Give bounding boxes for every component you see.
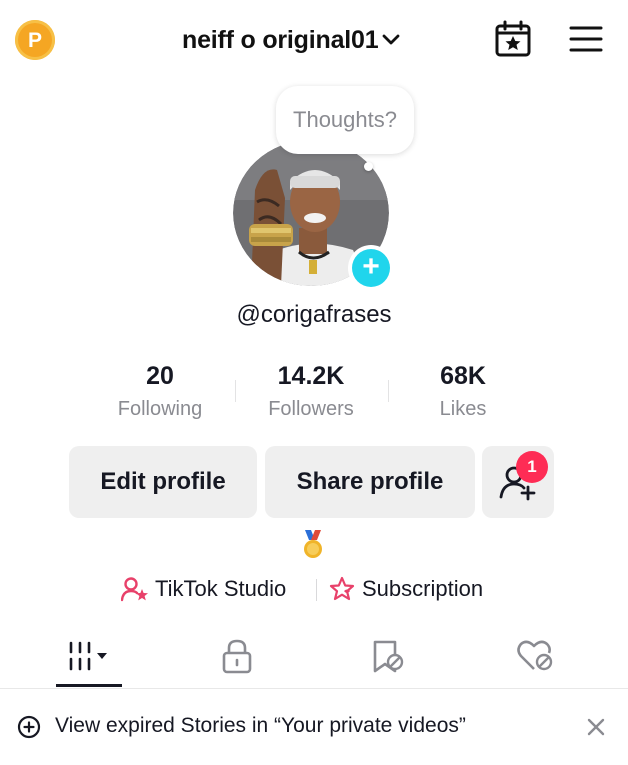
thoughts-text: Thoughts?	[293, 107, 397, 132]
links-divider	[316, 579, 317, 601]
stat-value: 68K	[440, 362, 486, 390]
coins-icon[interactable]: P	[15, 20, 55, 60]
stat-following[interactable]: 20 Following	[85, 360, 235, 421]
thought-bubble-dot	[364, 162, 373, 171]
stat-followers[interactable]: 14.2K Followers	[236, 360, 386, 421]
edit-profile-button[interactable]: Edit profile	[69, 446, 257, 518]
stat-value: 20	[146, 362, 174, 390]
account-name: neiff o original01	[182, 25, 379, 54]
close-icon[interactable]	[585, 716, 607, 738]
plus-glyph: +	[362, 250, 380, 283]
username: @corigafrases	[236, 301, 392, 328]
plus-icon: +	[352, 249, 390, 287]
add-story-button[interactable]: +	[348, 245, 394, 291]
heart-slash-icon	[517, 640, 553, 671]
banner-text: View expired Stories in “Your private vi…	[55, 714, 466, 737]
calendar-star-icon[interactable]	[494, 20, 532, 58]
chevron-down-icon	[383, 34, 400, 45]
creator-links: TikTok Studio Subscription	[0, 573, 628, 605]
stat-value: 14.2K	[277, 362, 345, 390]
subscription-link[interactable]: Subscription	[328, 573, 483, 605]
tiktok-studio-link[interactable]: TikTok Studio	[121, 573, 286, 605]
expired-stories-banner[interactable]: View expired Stories in “Your private vi…	[0, 690, 628, 765]
tab-reposts[interactable]	[342, 625, 432, 687]
tab-liked[interactable]	[490, 625, 580, 687]
menu-icon[interactable]	[569, 24, 603, 54]
stat-label: Followers	[268, 398, 354, 420]
grid-icon	[69, 641, 107, 671]
stat-label: Following	[117, 398, 203, 420]
top-bar: P neiff o original01	[0, 0, 628, 80]
active-tab-indicator	[56, 684, 122, 687]
story-plus-icon	[17, 715, 41, 739]
subscription-icon	[329, 576, 355, 601]
content-tabs	[0, 625, 628, 689]
medal-icon	[304, 530, 322, 558]
bookmark-slash-icon	[373, 640, 404, 673]
tab-private[interactable]	[192, 625, 282, 687]
share-profile-button[interactable]: Share profile	[265, 446, 475, 518]
notification-badge: 1	[516, 451, 548, 483]
creator-studio-icon	[121, 577, 148, 602]
stat-likes[interactable]: 68K Likes	[388, 360, 538, 421]
tab-videos[interactable]	[44, 625, 134, 687]
lock-icon	[222, 639, 252, 674]
account-switcher[interactable]: neiff o original01	[182, 24, 400, 56]
profile-stats: 20 Following 14.2K Followers 68K Likes	[0, 360, 628, 430]
coin-letter: P	[27, 28, 42, 52]
tiktok-studio-label: TikTok Studio	[155, 576, 287, 601]
thoughts-bubble[interactable]: Thoughts?	[276, 86, 414, 154]
subscription-label: Subscription	[362, 576, 484, 601]
stat-label: Likes	[439, 398, 487, 420]
